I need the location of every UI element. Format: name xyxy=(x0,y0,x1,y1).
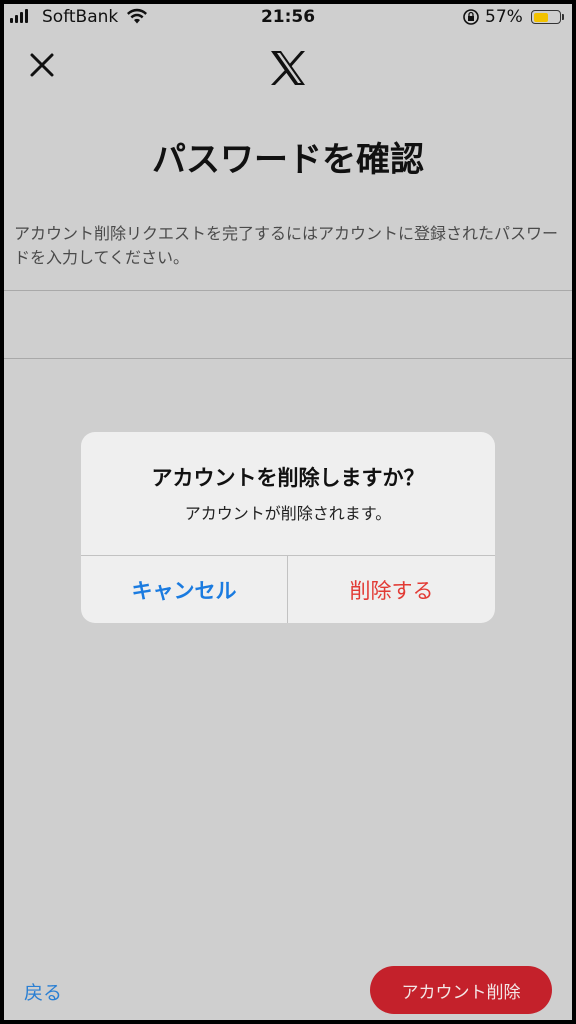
page-title: パスワードを確認 xyxy=(152,140,424,180)
alert-message: アカウントが削除されます。 xyxy=(184,504,392,523)
battery-icon xyxy=(531,10,561,24)
cancel-button[interactable]: キャンセル xyxy=(81,556,287,623)
delete-account-button[interactable]: アカウント削除 xyxy=(370,966,552,1014)
close-icon[interactable] xyxy=(26,49,58,81)
description-text: アカウント削除リクエストを完了するにはアカウントに登録されたパスワードを入力して… xyxy=(14,224,559,267)
password-field[interactable] xyxy=(4,291,572,358)
status-bar: SoftBank 21:56 57% xyxy=(4,4,572,30)
confirm-delete-button[interactable]: 削除する xyxy=(288,556,495,623)
x-logo-icon xyxy=(271,51,305,85)
divider xyxy=(4,358,572,359)
battery-fill xyxy=(533,12,548,22)
battery-cap xyxy=(562,14,564,20)
rotation-lock-icon xyxy=(463,9,479,25)
back-button[interactable]: 戻る xyxy=(24,978,62,1005)
confirm-delete-alert: アカウントを削除しますか？ アカウントが削除されます。 キャンセル 削除する xyxy=(81,432,495,623)
app-screen: SoftBank 21:56 57% パスワードを確認 アカウント削除リクエスト… xyxy=(4,4,572,1020)
battery-percent: 57% xyxy=(485,7,523,27)
alert-title: アカウントを削除しますか？ xyxy=(151,466,425,490)
